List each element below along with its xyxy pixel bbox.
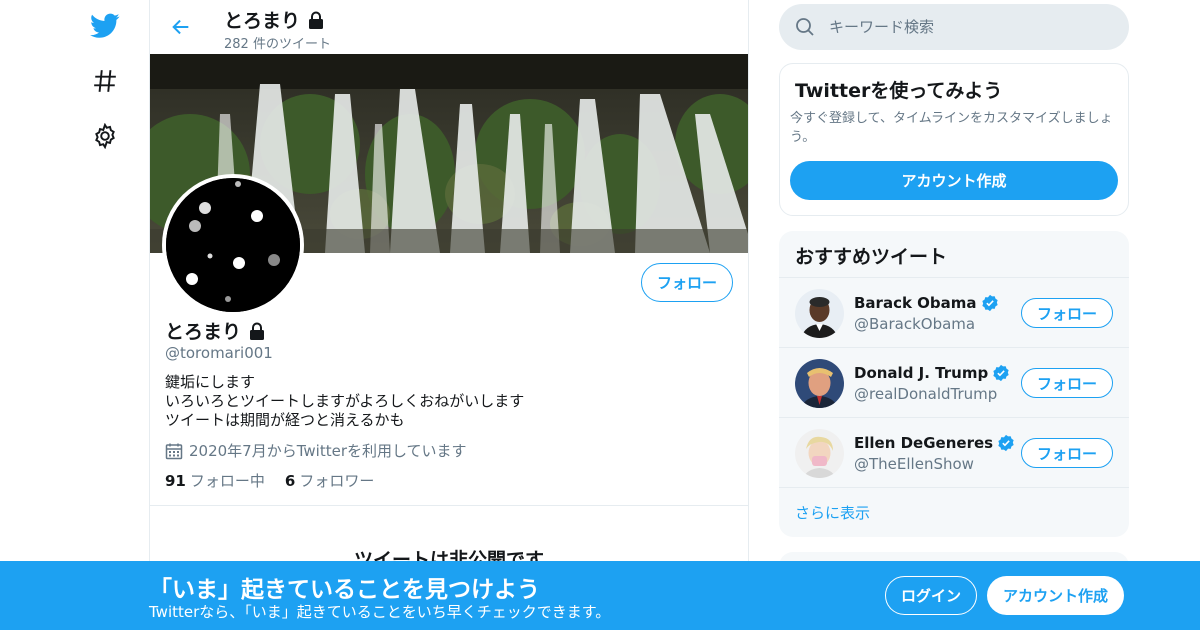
recommended-user-name: Barack Obama (854, 294, 999, 312)
bottom-bar-subtitle: Twitterなら、「いま」起きていることをいち早くチェックできます。 (149, 603, 611, 621)
recommended-user[interactable]: Barack Obama @BarackObama フォロー (779, 277, 1129, 347)
tweet-count: 282 件のツイート (224, 37, 331, 52)
bio-line: いろいろとツイートしますがよろしくおねがいします (165, 392, 525, 410)
avatar[interactable] (795, 289, 844, 338)
hashtag-icon[interactable] (80, 61, 130, 101)
following-count: 91 (165, 472, 186, 490)
recommended-user[interactable]: Ellen DeGeneres @TheEllenShow フォロー (779, 417, 1129, 487)
join-date: 2020年7月からTwitterを利用しています (165, 440, 467, 461)
search-box[interactable] (779, 4, 1129, 50)
user-name: Barack Obama (854, 294, 977, 312)
profile-top-bar: とろまり 282 件のツイート (150, 0, 748, 54)
lock-icon (250, 322, 265, 340)
profile-name-text: とろまり (165, 321, 242, 343)
top-profile-name: とろまり (224, 6, 326, 33)
recommended-user-name: Donald J. Trump (854, 364, 1010, 382)
search-icon (796, 18, 814, 36)
search-input[interactable] (829, 18, 1109, 36)
avatar[interactable] (795, 359, 844, 408)
profile-bio: 鍵垢にします いろいろとツイートしますがよろしくおねがいします ツイートは期間が… (165, 373, 524, 430)
signup-card-title: Twitterを使ってみよう (795, 80, 1003, 102)
user-name: Ellen DeGeneres (854, 434, 994, 452)
gear-icon[interactable] (80, 116, 130, 156)
twitter-logo-icon[interactable] (80, 6, 130, 46)
recommended-tweets-card: おすすめツイート Barack Obama @BarackObama フォロー … (779, 231, 1129, 537)
profile-stats: 91 フォロー中 6 フォロワー (165, 470, 374, 491)
page: とろまり 282 件のツイート フォロー とろまり @toromari001 鍵… (0, 0, 1200, 630)
profile-avatar[interactable] (162, 174, 304, 316)
user-name: Donald J. Trump (854, 364, 989, 382)
recommended-user-handle: @BarackObama (854, 315, 976, 333)
follow-button[interactable]: フォロー (1021, 368, 1113, 398)
recommended-user[interactable]: Donald J. Trump @realDonaldTrump フォロー (779, 347, 1129, 417)
following-label: フォロー中 (189, 472, 265, 490)
divider (150, 505, 748, 506)
follow-button[interactable]: フォロー (641, 263, 733, 302)
back-button[interactable] (164, 10, 198, 44)
bio-line: ツイートは期間が経つと消えるかも (165, 411, 405, 429)
signup-button[interactable]: アカウント作成 (987, 576, 1124, 615)
signup-card-description: 今すぐ登録して、タイムラインをカスタマイズしましょう。 (790, 111, 1113, 145)
recommended-user-handle: @realDonaldTrump (854, 385, 998, 403)
verified-badge-icon (981, 294, 998, 312)
following-link[interactable]: 91 フォロー中 (165, 470, 265, 491)
calendar-icon (165, 443, 183, 459)
create-account-button[interactable]: アカウント作成 (790, 161, 1118, 200)
top-name-text: とろまり (224, 10, 301, 32)
profile-handle: @toromari001 (165, 344, 273, 362)
signup-card: Twitterを使ってみよう 今すぐ登録して、タイムラインをカスタマイズしましょ… (779, 63, 1129, 216)
avatar[interactable] (795, 429, 844, 478)
follow-button[interactable]: フォロー (1021, 438, 1113, 468)
followers-label: フォロワー (299, 472, 375, 490)
followers-link[interactable]: 6 フォロワー (285, 470, 374, 491)
verified-badge-icon (998, 434, 1014, 452)
bio-line: 鍵垢にします (165, 373, 256, 391)
recommended-user-handle: @TheEllenShow (854, 455, 974, 473)
profile-column: とろまり 282 件のツイート フォロー とろまり @toromari001 鍵… (149, 0, 749, 630)
join-date-text: 2020年7月からTwitterを利用しています (189, 442, 467, 460)
verified-badge-icon (993, 364, 1009, 382)
bottom-bar-title: 「いま」起きていることを見つけよう (149, 577, 540, 603)
lock-icon (309, 11, 324, 29)
followers-count: 6 (284, 472, 296, 490)
bottom-signup-bar: 「いま」起きていることを見つけよう Twitterなら、「いま」起きていることを… (0, 561, 1200, 630)
show-more-link[interactable]: さらに表示 (779, 487, 1129, 537)
login-button[interactable]: ログイン (885, 576, 977, 615)
arrow-left-icon (172, 19, 189, 35)
recommended-title: おすすめツイート (795, 246, 948, 268)
follow-button[interactable]: フォロー (1021, 298, 1113, 328)
profile-name: とろまり (165, 317, 267, 344)
recommended-user-name: Ellen DeGeneres (854, 434, 1015, 452)
